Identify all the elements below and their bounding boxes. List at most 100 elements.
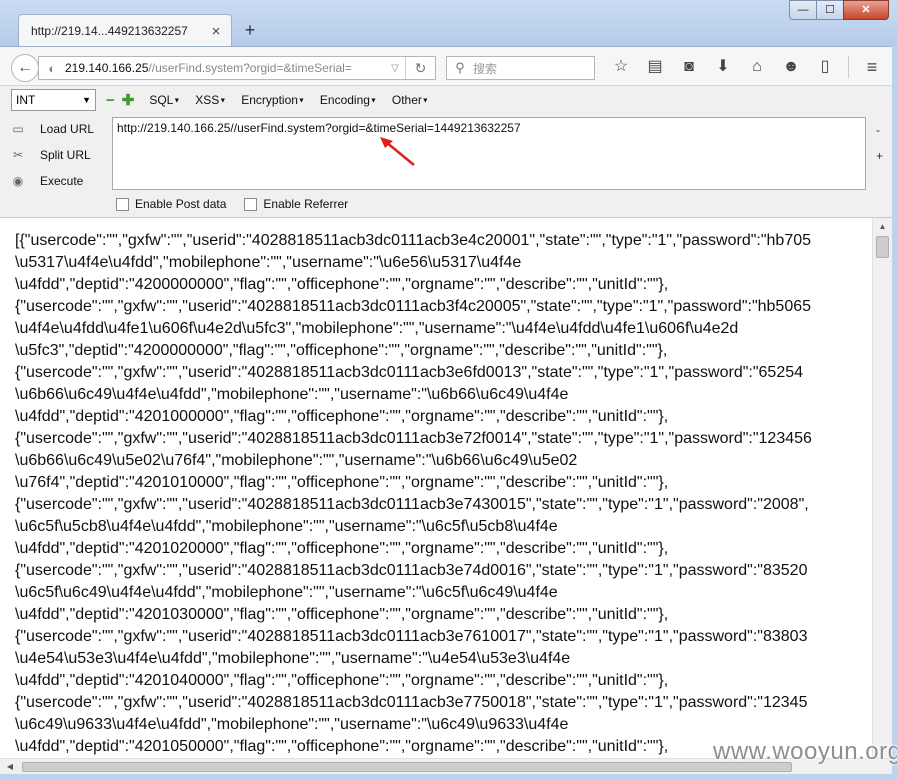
hackbar-toolbar: INT ▼ − ✚ SQL▼ XSS▼ Encryption▼ Encoding…: [0, 86, 897, 114]
hackbar-url-input[interactable]: http://219.140.166.25//userFind.system?o…: [112, 117, 866, 190]
json-line: {"usercode":"","gxfw":"","userid":"40288…: [15, 562, 808, 579]
json-line: {"usercode":"","gxfw":"","userid":"40288…: [15, 496, 809, 513]
caret-icon: ▼: [421, 97, 429, 105]
minus-icon[interactable]: −: [106, 92, 115, 109]
load-url-icon: ▭: [12, 122, 24, 136]
window-frame-right: [892, 46, 897, 780]
hackbar-options: Enable Post data Enable Referrer: [116, 197, 366, 211]
vertical-scroll-thumb[interactable]: [876, 236, 889, 258]
json-line: \u6b66\u6c49\u5e02\u76f4","mobilephone":…: [15, 452, 578, 469]
tab-close-icon[interactable]: ×: [209, 23, 223, 40]
json-line: {"usercode":"","gxfw":"","userid":"40288…: [15, 430, 812, 447]
scissors-icon: ✂: [12, 148, 24, 162]
json-line: \u4fdd","deptid":"4201040000","flag":"",…: [15, 672, 669, 689]
page-content: [{"usercode":"","gxfw":"","userid":"4028…: [0, 218, 872, 758]
minimize-button[interactable]: —: [789, 0, 817, 20]
json-line: {"usercode":"","gxfw":"","userid":"40288…: [15, 628, 808, 645]
json-line: \u5fc3","deptid":"4200000000","flag":"",…: [15, 342, 668, 359]
menu-encryption[interactable]: Encryption▼: [241, 93, 305, 107]
tab-strip: http://219.14...449213632257 × + — ☐ ✕: [0, 0, 897, 47]
json-line: \u4fdd","deptid":"4200000000","flag":"",…: [15, 276, 669, 293]
watermark: www.wooyun.org: [713, 738, 897, 765]
new-tab-button[interactable]: +: [240, 19, 260, 41]
menu-sql-label: SQL: [149, 93, 174, 107]
bookmarks-list-icon[interactable]: ▤: [638, 55, 672, 79]
search-placeholder: 搜索: [473, 61, 498, 76]
toolbar-separator: [848, 56, 849, 78]
json-line: \u6c5f\u6c49\u4f4e\u4fdd","mobilephone":…: [15, 584, 558, 601]
json-line: {"usercode":"","gxfw":"","userid":"40288…: [15, 298, 812, 315]
bookmark-star-icon[interactable]: ☆: [604, 55, 638, 79]
window-controls: — ☐ ✕: [789, 0, 889, 20]
chevron-down-icon: ▼: [82, 95, 91, 105]
arrow-left-icon: ←: [17, 59, 33, 76]
caret-icon: ▼: [297, 97, 305, 105]
enable-post-option[interactable]: Enable Post data: [116, 197, 226, 211]
caret-icon: ▼: [173, 97, 181, 105]
menu-sql[interactable]: SQL▼: [149, 93, 180, 107]
url-host: 219.140.166.25: [65, 61, 149, 75]
json-line: \u4fdd","deptid":"4201030000","flag":"",…: [15, 606, 669, 623]
tab-title: http://219.14...449213632257: [31, 24, 188, 38]
url-text[interactable]: 219.140.166.25//userFind.system?orgid=&t…: [65, 61, 385, 75]
split-url-button[interactable]: ✂ Split URL: [8, 142, 108, 168]
scroll-left-icon[interactable]: ◀: [2, 759, 18, 775]
type-select-value: INT: [16, 93, 36, 107]
scroll-up-icon[interactable]: ▲: [873, 218, 892, 235]
shrink-button[interactable]: -: [876, 123, 880, 137]
download-icon[interactable]: ⬇: [706, 55, 740, 79]
globe-icon[interactable]: ◐: [39, 61, 65, 76]
expand-button[interactable]: +: [876, 149, 883, 163]
menu-other-label: Other: [391, 93, 422, 107]
json-line: \u6c49\u9633\u4f4e\u4fdd","mobilephone":…: [15, 716, 569, 733]
home-icon[interactable]: ⌂: [740, 55, 774, 79]
execute-button[interactable]: ◉ Execute: [8, 168, 108, 194]
window-frame-bottom: [0, 774, 897, 780]
maximize-button[interactable]: ☐: [816, 0, 844, 20]
plus-icon[interactable]: ✚: [122, 91, 135, 109]
split-url-label: Split URL: [40, 148, 91, 162]
enable-post-label: Enable Post data: [135, 197, 227, 211]
horizontal-scroll-thumb[interactable]: [22, 762, 792, 772]
search-box[interactable]: ⚲ 搜索: [446, 56, 595, 80]
json-line: \u6c5f\u5cb8\u4f4e\u4fdd","mobilephone":…: [15, 518, 558, 535]
load-url-label: Load URL: [40, 122, 95, 136]
play-icon: ◉: [12, 174, 24, 188]
enable-referrer-checkbox[interactable]: [244, 197, 258, 211]
menu-encoding-label: Encoding: [319, 93, 370, 107]
chat-icon[interactable]: ☻: [774, 55, 808, 79]
enable-post-checkbox[interactable]: [116, 197, 129, 211]
type-select[interactable]: INT ▼: [11, 89, 96, 111]
vertical-scrollbar[interactable]: ▲: [872, 218, 892, 758]
json-line: {"usercode":"","gxfw":"","userid":"40288…: [15, 364, 804, 381]
annotation-arrow-icon: [380, 137, 415, 166]
close-window-button[interactable]: ✕: [843, 0, 889, 20]
menu-xss[interactable]: XSS▼: [195, 93, 226, 107]
menu-encoding[interactable]: Encoding▼: [320, 93, 377, 107]
json-line: \u4f4e\u4fdd\u4fe1\u606f\u4e2d\u5fc3","m…: [15, 320, 739, 337]
hackbar-panel: INT ▼ − ✚ SQL▼ XSS▼ Encryption▼ Encoding…: [0, 86, 897, 218]
menu-icon[interactable]: ≡: [855, 55, 889, 79]
load-url-button[interactable]: ▭ Load URL: [8, 116, 108, 142]
pocket-icon[interactable]: ◙: [672, 55, 706, 79]
execute-label: Execute: [40, 174, 84, 188]
json-line: {"usercode":"","gxfw":"","userid":"40288…: [15, 694, 808, 711]
json-line: \u4e54\u53e3\u4f4e\u4fdd","mobilephone":…: [15, 650, 571, 667]
navigation-toolbar: ← ◐ 219.140.166.25//userFind.system?orgi…: [0, 46, 897, 86]
caret-icon: ▼: [369, 97, 377, 105]
url-dropdown-icon[interactable]: ▽: [385, 63, 405, 74]
menu-other[interactable]: Other▼: [392, 93, 429, 107]
browser-tab[interactable]: http://219.14...449213632257 ×: [18, 14, 232, 47]
caret-icon: ▼: [219, 97, 227, 105]
hackbar-actions: ▭ Load URL ✂ Split URL ◉ Execute: [8, 116, 108, 194]
back-button[interactable]: ←: [11, 54, 39, 82]
json-line: [{"usercode":"","gxfw":"","userid":"4028…: [15, 232, 812, 249]
json-line: \u4fdd","deptid":"4201000000","flag":"",…: [15, 408, 669, 425]
url-bar[interactable]: ◐ 219.140.166.25//userFind.system?orgid=…: [38, 56, 436, 80]
reading-list-icon[interactable]: ▯: [808, 55, 842, 79]
enable-referrer-option[interactable]: Enable Referrer: [244, 197, 348, 211]
reload-icon[interactable]: ↻: [405, 57, 435, 79]
menu-xss-label: XSS: [195, 93, 220, 107]
json-line: \u76f4","deptid":"4201010000","flag":"",…: [15, 474, 669, 491]
url-path: //userFind.system?orgid=&timeSerial=: [148, 61, 352, 75]
